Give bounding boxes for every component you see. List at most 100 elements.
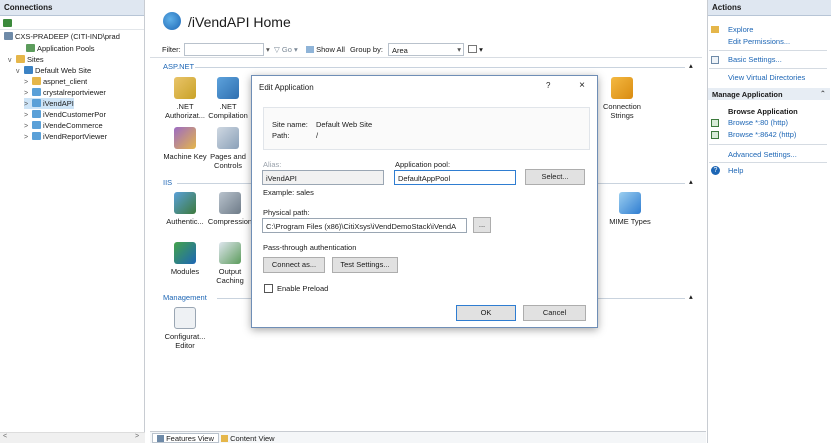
alias-label: Alias:	[263, 160, 282, 169]
machine-key-icon	[174, 127, 196, 149]
filter-dropdown-icon[interactable]: ▾	[266, 45, 270, 54]
action-explore[interactable]: Explore	[728, 25, 753, 34]
config-editor-icon	[174, 307, 196, 329]
tree-node-icon	[32, 121, 41, 129]
chevron-right-icon[interactable]: >	[24, 110, 32, 120]
tree-item-label: iVendAPI	[43, 99, 74, 108]
globe-icon	[163, 12, 181, 30]
feature-config-editor[interactable]: Configurat... Editor	[155, 307, 215, 350]
feature-pages-controls[interactable]: Pages and Controls	[198, 127, 258, 170]
connections-toolbar	[0, 16, 144, 30]
section-aspnet[interactable]: ASP.NET ▴	[163, 61, 703, 72]
action-browse-8642[interactable]: Browse *:8642 (http)	[728, 130, 796, 139]
alias-example: Example: sales	[263, 188, 314, 197]
feature-net-compilation-label: .NET Compilation	[208, 102, 248, 120]
scroll-left-icon[interactable]: <	[3, 433, 7, 440]
select-app-pool-button[interactable]: Select...	[525, 169, 585, 185]
chevron-right-icon[interactable]: >	[24, 132, 32, 142]
go-label: Go	[281, 45, 292, 54]
tree-item-label: CXS-PRADEEP (CITI-IND\prad	[15, 32, 120, 41]
tree-node-icon	[26, 44, 35, 52]
chevron-down-icon[interactable]: v	[8, 55, 16, 65]
tree-item-label: iVendCustomerPor	[43, 110, 106, 119]
site-info-box	[263, 107, 590, 150]
path-label: Path:	[272, 131, 290, 140]
ok-button[interactable]: OK	[456, 305, 516, 321]
connect-as-button[interactable]: Connect as...	[263, 257, 325, 273]
show-all-button[interactable]: Show All	[306, 45, 345, 54]
cancel-button[interactable]: Cancel	[523, 305, 586, 321]
section-aspnet-label: ASP.NET	[163, 62, 195, 71]
modules-icon	[174, 242, 196, 264]
action-advanced-settings[interactable]: Advanced Settings...	[728, 150, 797, 159]
feature-compression-label: Compression	[207, 217, 253, 226]
collapse-aspnet-icon[interactable]: ▴	[689, 61, 693, 70]
feature-pages-controls-label: Pages and Controls	[210, 152, 246, 170]
app-pool-label: Application pool:	[395, 160, 451, 169]
compression-icon	[219, 192, 241, 214]
enable-preload-label[interactable]: Enable Preload	[277, 284, 328, 293]
dialog-help-button[interactable]: ?	[546, 81, 550, 90]
mime-types-icon	[619, 192, 641, 214]
tree-item[interactable]: > iVendReportViewer	[24, 131, 107, 142]
browse-path-button[interactable]: ...	[473, 217, 491, 233]
tree-item[interactable]: Application Pools	[18, 43, 95, 54]
test-settings-button[interactable]: Test Settings...	[332, 257, 398, 273]
go-icon: ▽	[274, 45, 282, 54]
tree-item-label: Sites	[27, 55, 44, 64]
dialog-close-button[interactable]: ×	[575, 80, 589, 91]
tab-content-view[interactable]: Content View	[216, 433, 280, 443]
folder-icon	[711, 26, 719, 33]
browse-icon	[711, 131, 719, 139]
tree-item[interactable]: > iVendCustomerPor	[24, 109, 106, 120]
alias-input[interactable]: iVendAPI	[262, 170, 384, 185]
tree-item[interactable]: v Sites	[8, 54, 44, 65]
tree-item[interactable]: > iVendeCommerce	[24, 120, 103, 131]
app-pool-input[interactable]: DefaultAppPool	[394, 170, 516, 185]
feature-connection-strings[interactable]: Connection Strings	[592, 77, 652, 120]
chevron-right-icon[interactable]: >	[24, 88, 32, 98]
go-button[interactable]: ▽ Go ▾	[274, 45, 298, 54]
scroll-right-icon[interactable]: >	[135, 433, 139, 440]
tab-content-view-label: Content View	[230, 434, 275, 443]
section-management-label: Management	[163, 293, 207, 302]
chevron-right-icon[interactable]: >	[24, 77, 32, 87]
action-basic-settings[interactable]: Basic Settings...	[728, 55, 782, 64]
tree-item[interactable]: v Default Web Site	[16, 65, 91, 76]
collapse-iis-icon[interactable]: ▴	[689, 177, 693, 186]
tree-item-label: aspnet_client	[43, 77, 88, 86]
group-by-select[interactable]: Area ▾	[388, 43, 464, 56]
enable-preload-checkbox[interactable]	[264, 284, 273, 293]
chevron-right-icon[interactable]: >	[24, 99, 32, 109]
tree-item[interactable]: > aspnet_client	[24, 76, 87, 87]
feature-authentication-label: Authentic...	[166, 217, 204, 226]
filter-input[interactable]	[184, 43, 264, 56]
collapse-manage-icon[interactable]: ⌃	[820, 89, 826, 98]
connect-icon[interactable]	[3, 19, 12, 27]
action-edit-permissions[interactable]: Edit Permissions...	[728, 37, 790, 46]
tree-item[interactable]: > crystalreportviewer	[24, 87, 106, 98]
site-name-label: Site name:	[272, 120, 308, 129]
tree-item[interactable]: vCXS-PRADEEP (CITI-IND\prad	[0, 31, 120, 42]
action-view-virtual-directories[interactable]: View Virtual Directories	[728, 73, 805, 82]
feature-output-caching-label: Output Caching	[216, 267, 244, 285]
connections-hscrollbar[interactable]: < >	[0, 432, 145, 443]
tree-item[interactable]: > iVendAPI	[24, 98, 74, 109]
chevron-right-icon[interactable]: >	[24, 121, 32, 131]
tree-node-icon	[32, 88, 41, 96]
physical-path-label: Physical path:	[263, 208, 310, 217]
feature-mime-types[interactable]: MIME Types	[600, 192, 660, 226]
action-browse-80[interactable]: Browse *:80 (http)	[728, 118, 788, 127]
view-mode-button[interactable]: ▾	[468, 45, 483, 54]
collapse-management-icon[interactable]: ▴	[689, 292, 693, 301]
feature-net-compilation[interactable]: .NET Compilation	[198, 77, 258, 120]
tab-features-view[interactable]: Features View	[152, 433, 219, 443]
chevron-down-icon[interactable]: v	[16, 66, 24, 76]
feature-mime-types-label: MIME Types	[609, 217, 651, 226]
content-view-icon	[221, 435, 228, 442]
tree-item-label: Application Pools	[37, 44, 95, 53]
manage-application-header[interactable]: Manage Application ⌃	[708, 88, 830, 100]
action-help[interactable]: Help	[728, 166, 743, 175]
tree-node-icon	[4, 32, 13, 40]
physical-path-input[interactable]: C:\Program Files (x86)\CitiXsys\iVendDem…	[262, 218, 467, 233]
